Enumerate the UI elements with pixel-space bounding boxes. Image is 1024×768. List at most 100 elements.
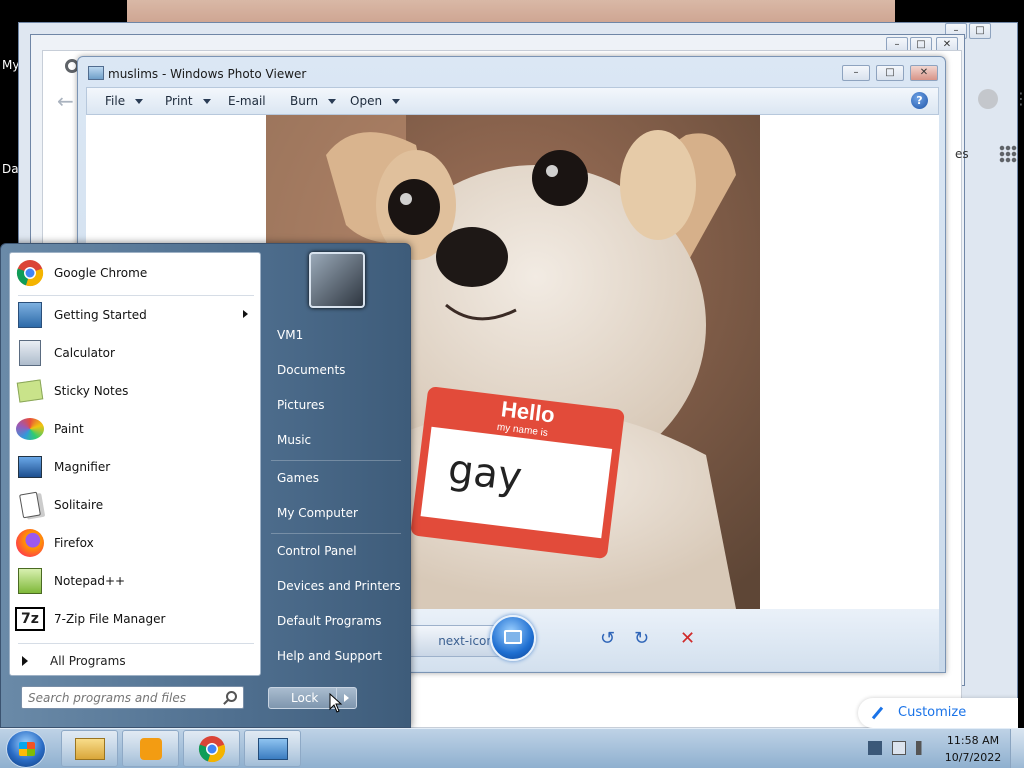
taskbar-media-player[interactable] bbox=[122, 730, 179, 767]
menu-bar: File Print E-mail Burn Open ? bbox=[86, 87, 939, 115]
start-item-my-computer[interactable]: My Computer bbox=[267, 498, 403, 528]
program-solitaire[interactable]: Solitaire bbox=[10, 487, 260, 523]
taskbar-explorer[interactable] bbox=[61, 730, 118, 767]
network-error-icon[interactable] bbox=[892, 741, 906, 755]
getting-started-icon bbox=[14, 299, 46, 331]
start-item-music[interactable]: Music bbox=[267, 425, 403, 455]
partial-text: es bbox=[955, 147, 969, 161]
apps-grid-icon[interactable] bbox=[999, 145, 1017, 163]
program-magnifier[interactable]: Magnifier bbox=[10, 449, 260, 485]
chevron-down-icon bbox=[135, 99, 144, 104]
photo-viewer-icon bbox=[257, 737, 288, 760]
wallpaper bbox=[127, 0, 895, 22]
program-7zip[interactable]: 7z 7-Zip File Manager bbox=[10, 601, 260, 637]
magnifier-icon bbox=[14, 451, 46, 483]
calculator-icon bbox=[14, 337, 46, 369]
solitaire-cards-icon bbox=[14, 489, 46, 521]
volume-icon[interactable] bbox=[916, 741, 930, 755]
show-desktop-button[interactable] bbox=[1010, 729, 1024, 768]
customize-chrome-button[interactable]: Customize Chrome bbox=[858, 698, 1018, 750]
program-paint[interactable]: Paint bbox=[10, 411, 260, 447]
start-item-vm1[interactable]: VM1 bbox=[267, 320, 403, 350]
maximize-button[interactable]: □ bbox=[969, 23, 991, 39]
program-calculator[interactable]: Calculator bbox=[10, 335, 260, 371]
lock-label: Lock bbox=[291, 691, 319, 705]
chrome-icon bbox=[198, 735, 225, 762]
notepad-plus-plus-icon bbox=[14, 565, 46, 597]
start-item-documents[interactable]: Documents bbox=[267, 355, 403, 385]
profile-icon[interactable] bbox=[978, 89, 998, 109]
program-getting-started[interactable]: Getting Started bbox=[10, 297, 260, 333]
action-center-icon[interactable] bbox=[868, 741, 882, 755]
burn-menu[interactable]: Burn bbox=[290, 94, 337, 108]
taskbar-chrome[interactable] bbox=[183, 730, 240, 767]
start-button[interactable] bbox=[6, 730, 46, 768]
pencil-icon bbox=[871, 706, 884, 720]
divider bbox=[271, 460, 401, 461]
window-title: muslims - Windows Photo Viewer bbox=[108, 67, 307, 81]
user-avatar[interactable] bbox=[309, 252, 365, 308]
clock-date[interactable]: 10/7/2022 bbox=[944, 751, 1002, 764]
start-item-default-programs[interactable]: Default Programs bbox=[267, 606, 403, 636]
search-input[interactable] bbox=[28, 690, 218, 705]
chevron-down-icon bbox=[328, 99, 337, 104]
all-programs-label: All Programs bbox=[50, 654, 126, 668]
maximize-button[interactable]: □ bbox=[876, 65, 904, 81]
taskbar: 11:58 AM 10/7/2022 bbox=[0, 728, 1024, 768]
mouse-cursor-icon bbox=[329, 693, 343, 713]
program-google-chrome[interactable]: Google Chrome bbox=[10, 255, 260, 291]
media-player-icon bbox=[139, 737, 162, 760]
divider bbox=[271, 533, 401, 534]
chevron-right-icon bbox=[243, 310, 248, 318]
slideshow-button[interactable] bbox=[490, 615, 536, 661]
file-menu[interactable]: File bbox=[105, 94, 144, 108]
more-menu-icon[interactable]: ⋮ bbox=[1013, 89, 1024, 108]
slideshow-icon bbox=[504, 630, 522, 644]
delete-icon[interactable]: ✕ bbox=[680, 629, 695, 649]
program-sticky-notes[interactable]: Sticky Notes bbox=[10, 373, 260, 409]
minimize-button[interactable]: – bbox=[842, 65, 870, 81]
start-item-devices-and-printers[interactable]: Devices and Printers bbox=[267, 571, 403, 601]
start-item-control-panel[interactable]: Control Panel bbox=[267, 536, 403, 566]
program-label: Magnifier bbox=[54, 460, 111, 474]
rotate-counterclockwise-icon[interactable]: ↺ bbox=[600, 629, 615, 649]
divider bbox=[18, 643, 254, 644]
print-menu[interactable]: Print bbox=[165, 94, 211, 108]
back-icon[interactable]: ← bbox=[57, 89, 74, 113]
open-menu[interactable]: Open bbox=[350, 94, 401, 108]
start-item-pictures[interactable]: Pictures bbox=[267, 390, 403, 420]
firefox-icon bbox=[14, 527, 46, 559]
program-label: 7-Zip File Manager bbox=[54, 612, 166, 626]
desktop-icon-label[interactable]: My bbox=[2, 58, 19, 72]
lock-button[interactable]: Lock bbox=[268, 687, 357, 709]
clock-time[interactable]: 11:58 AM bbox=[944, 734, 1002, 747]
next-icon[interactable]: next-icon bbox=[438, 634, 494, 648]
program-label: Firefox bbox=[54, 536, 94, 550]
program-notepad-plus-plus[interactable]: Notepad++ bbox=[10, 563, 260, 599]
program-label: Sticky Notes bbox=[54, 384, 129, 398]
program-label: Notepad++ bbox=[54, 574, 126, 588]
start-menu: Google Chrome Getting Started Calculator… bbox=[0, 243, 411, 728]
program-firefox[interactable]: Firefox bbox=[10, 525, 260, 561]
paint-palette-icon bbox=[14, 413, 46, 445]
chrome-icon bbox=[14, 257, 46, 289]
rotate-clockwise-icon[interactable]: ↻ bbox=[634, 629, 649, 649]
start-item-games[interactable]: Games bbox=[267, 463, 403, 493]
search-icon[interactable] bbox=[226, 691, 237, 702]
program-label: Google Chrome bbox=[54, 266, 148, 280]
taskbar-photo-viewer[interactable] bbox=[244, 730, 301, 767]
chevron-right-icon bbox=[22, 656, 28, 666]
email-menu[interactable]: E-mail bbox=[228, 94, 266, 108]
divider bbox=[18, 295, 254, 296]
help-icon[interactable]: ? bbox=[911, 92, 928, 109]
program-label: Getting Started bbox=[54, 308, 147, 322]
windows-logo-icon bbox=[19, 742, 35, 756]
chevron-down-icon bbox=[202, 99, 211, 104]
chevron-down-icon bbox=[392, 99, 401, 104]
name-tag-name: gay bbox=[446, 446, 525, 501]
all-programs-button[interactable]: All Programs bbox=[10, 648, 260, 674]
close-button[interactable]: ✕ bbox=[910, 65, 938, 81]
start-item-help-and-support[interactable]: Help and Support bbox=[267, 641, 403, 671]
start-search-box[interactable] bbox=[21, 686, 244, 709]
7zip-icon: 7z bbox=[14, 603, 46, 635]
